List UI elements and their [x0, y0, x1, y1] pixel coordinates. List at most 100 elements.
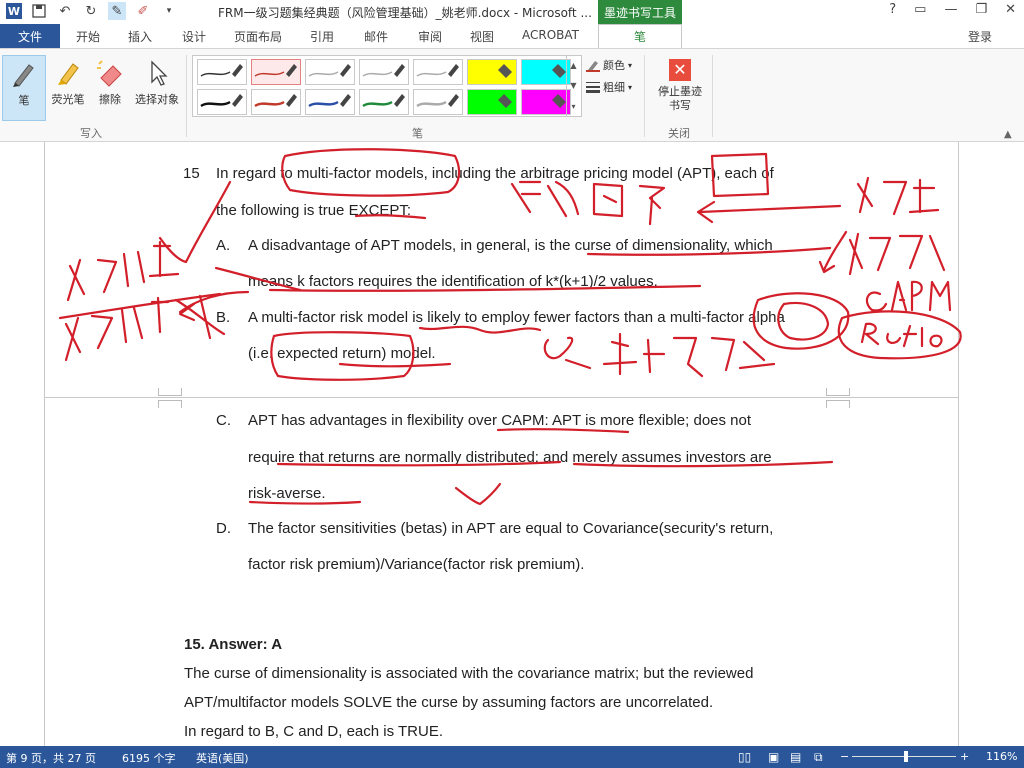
- tab-page-layout[interactable]: 页面布局: [234, 28, 282, 45]
- eraser-button[interactable]: 擦除: [88, 55, 132, 121]
- ribbon-tab-bar: 文件 开始 插入 设计 页面布局 引用 邮件 审阅 视图 ACROBAT 笔 登…: [0, 24, 1024, 70]
- pen-style-swatch[interactable]: [521, 89, 571, 115]
- pen-thickness-button[interactable]: 粗细 ▾: [586, 79, 632, 95]
- zoom-slider-thumb[interactable]: [904, 751, 908, 762]
- stop-inking-button[interactable]: ✕ 停止墨迹书写: [652, 55, 708, 121]
- pen-style-gallery: [192, 55, 582, 117]
- ink-chinese-macro-factor: [510, 180, 666, 226]
- zoom-level[interactable]: 116%: [986, 750, 1017, 763]
- margin-mark: [826, 400, 850, 408]
- option-c-text: APT has advantages in flexibility over C…: [248, 412, 752, 429]
- thickness-icon: [586, 82, 600, 93]
- pen-color-label: 颜色: [603, 59, 625, 72]
- ink-arrow-a-left: [178, 290, 250, 322]
- pen-style-swatch[interactable]: [251, 59, 301, 85]
- pen-button[interactable]: 笔: [2, 55, 46, 121]
- highlighter-button-label: 荧光笔: [51, 93, 85, 106]
- ink-tools-context-title: 墨迹书写工具: [598, 0, 682, 24]
- highlighter-icon: [50, 55, 86, 91]
- pen-style-swatch[interactable]: [305, 89, 355, 115]
- ribbon-display-icon[interactable]: ▭: [914, 2, 926, 17]
- read-mode-icon[interactable]: ▯▯: [738, 750, 751, 764]
- gallery-up-icon[interactable]: ▲: [570, 61, 576, 70]
- tab-insert[interactable]: 插入: [128, 28, 152, 45]
- web-preview-icon[interactable]: ⧉: [814, 750, 823, 765]
- ink-checkmark-c: [454, 482, 502, 506]
- tab-home[interactable]: 开始: [76, 28, 100, 45]
- tab-pen[interactable]: 笔: [598, 24, 682, 48]
- page-break: [44, 397, 959, 398]
- chevron-down-icon: ▾: [628, 82, 633, 92]
- pen-style-swatch[interactable]: [521, 59, 571, 85]
- highlighter-button[interactable]: 荧光笔: [46, 55, 90, 121]
- close-icon[interactable]: ✕: [1005, 2, 1016, 17]
- gallery-down-icon[interactable]: ▼: [570, 81, 576, 90]
- undo-icon[interactable]: ↶: [56, 2, 74, 20]
- pen-style-swatch[interactable]: [467, 89, 517, 115]
- tab-acrobat[interactable]: ACROBAT: [522, 28, 579, 42]
- login-link[interactable]: 登录: [968, 28, 992, 45]
- pen-style-swatch[interactable]: [359, 59, 409, 85]
- ink-chinese-top-right: [856, 176, 940, 216]
- option-d-text: The factor sensitivities (betas) in APT …: [248, 520, 774, 537]
- option-d-text: factor risk premium)/Variance(factor ris…: [248, 556, 585, 573]
- collapse-ribbon-icon[interactable]: ▲: [1004, 129, 1012, 140]
- question-number: 15: [183, 165, 200, 182]
- option-letter: D.: [216, 520, 231, 537]
- tab-design[interactable]: 设计: [182, 28, 206, 45]
- tab-mailings[interactable]: 邮件: [364, 28, 388, 45]
- pen-style-swatch[interactable]: [251, 89, 301, 115]
- answer-text: The curse of dimensionality is associate…: [184, 665, 754, 682]
- gallery-more-icon[interactable]: ▾: [571, 102, 575, 111]
- print-layout-icon[interactable]: ▣: [768, 750, 779, 764]
- answer-title: 15. Answer: A: [184, 636, 283, 653]
- ink-annotations: [58, 148, 962, 506]
- save-icon[interactable]: [30, 2, 48, 20]
- web-layout-icon[interactable]: ▤: [790, 750, 801, 764]
- margin-mark: [826, 388, 850, 396]
- minimize-icon[interactable]: —: [944, 2, 957, 17]
- pen-style-swatch[interactable]: [197, 59, 247, 85]
- window-title: FRM一级习题集经典题（风险管理基础）_姚老师.docx - Microsoft…: [218, 6, 592, 20]
- option-a-text: A disadvantage of APT models, in general…: [248, 237, 773, 254]
- close-group-label: 关闭: [668, 127, 690, 140]
- eraser-mode-icon[interactable]: ✐: [134, 2, 152, 20]
- eraser-button-label: 擦除: [99, 93, 121, 106]
- tab-references[interactable]: 引用: [310, 28, 334, 45]
- answer-text: In regard to B, C and D, each is TRUE.: [184, 723, 444, 740]
- pen-mode-icon[interactable]: ✎: [108, 2, 126, 20]
- language[interactable]: 英语(美国): [196, 750, 249, 766]
- zoom-in-button[interactable]: +: [960, 750, 969, 763]
- redo-icon[interactable]: ↻: [82, 2, 100, 20]
- pen-style-swatch[interactable]: [305, 59, 355, 85]
- select-objects-button[interactable]: 选择对象: [130, 55, 184, 121]
- tab-view[interactable]: 视图: [470, 28, 494, 45]
- tab-review[interactable]: 审阅: [418, 28, 442, 45]
- tab-file[interactable]: 文件: [0, 24, 60, 48]
- help-icon[interactable]: ?: [889, 2, 896, 17]
- pen-color-button[interactable]: 颜色 ▾: [586, 57, 632, 73]
- page-right-edge: [958, 142, 959, 746]
- customize-qat-icon[interactable]: ▾: [160, 2, 178, 20]
- pen-thickness-label: 粗细: [603, 81, 625, 94]
- zoom-out-button[interactable]: −: [840, 750, 849, 763]
- pen-style-swatch[interactable]: [359, 89, 409, 115]
- ink-arrow-to-macro: [696, 200, 842, 224]
- document-area[interactable]: 15 In regard to multi-factor models, inc…: [0, 142, 1024, 746]
- page-count[interactable]: 第 9 页，共 27 页: [6, 750, 96, 766]
- option-c-text: risk-averse.: [248, 485, 326, 502]
- option-b-text: A multi-factor risk model is likely to e…: [248, 309, 785, 326]
- group-divider: [644, 55, 645, 137]
- pen-style-swatch[interactable]: [413, 59, 463, 85]
- gallery-scroll[interactable]: ▲ ▼ ▾: [566, 55, 580, 117]
- pen-style-swatch[interactable]: [413, 89, 463, 115]
- restore-icon[interactable]: ❐: [975, 2, 987, 17]
- word-count[interactable]: 6195 个字: [122, 750, 176, 766]
- ink-circle-alpha-inner: [777, 301, 830, 341]
- ink-left-chinese-2: [64, 294, 226, 362]
- question-text: the following is true EXCEPT:: [216, 202, 412, 219]
- pen-style-swatch[interactable]: [467, 59, 517, 85]
- question-text: In regard to multi-factor models, includ…: [216, 165, 774, 182]
- pen-style-swatch[interactable]: [197, 89, 247, 115]
- title-bar: W ↶ ↻ ✎ ✐ ▾ FRM一级习题集经典题（风险管理基础）_姚老师.docx…: [0, 0, 1024, 24]
